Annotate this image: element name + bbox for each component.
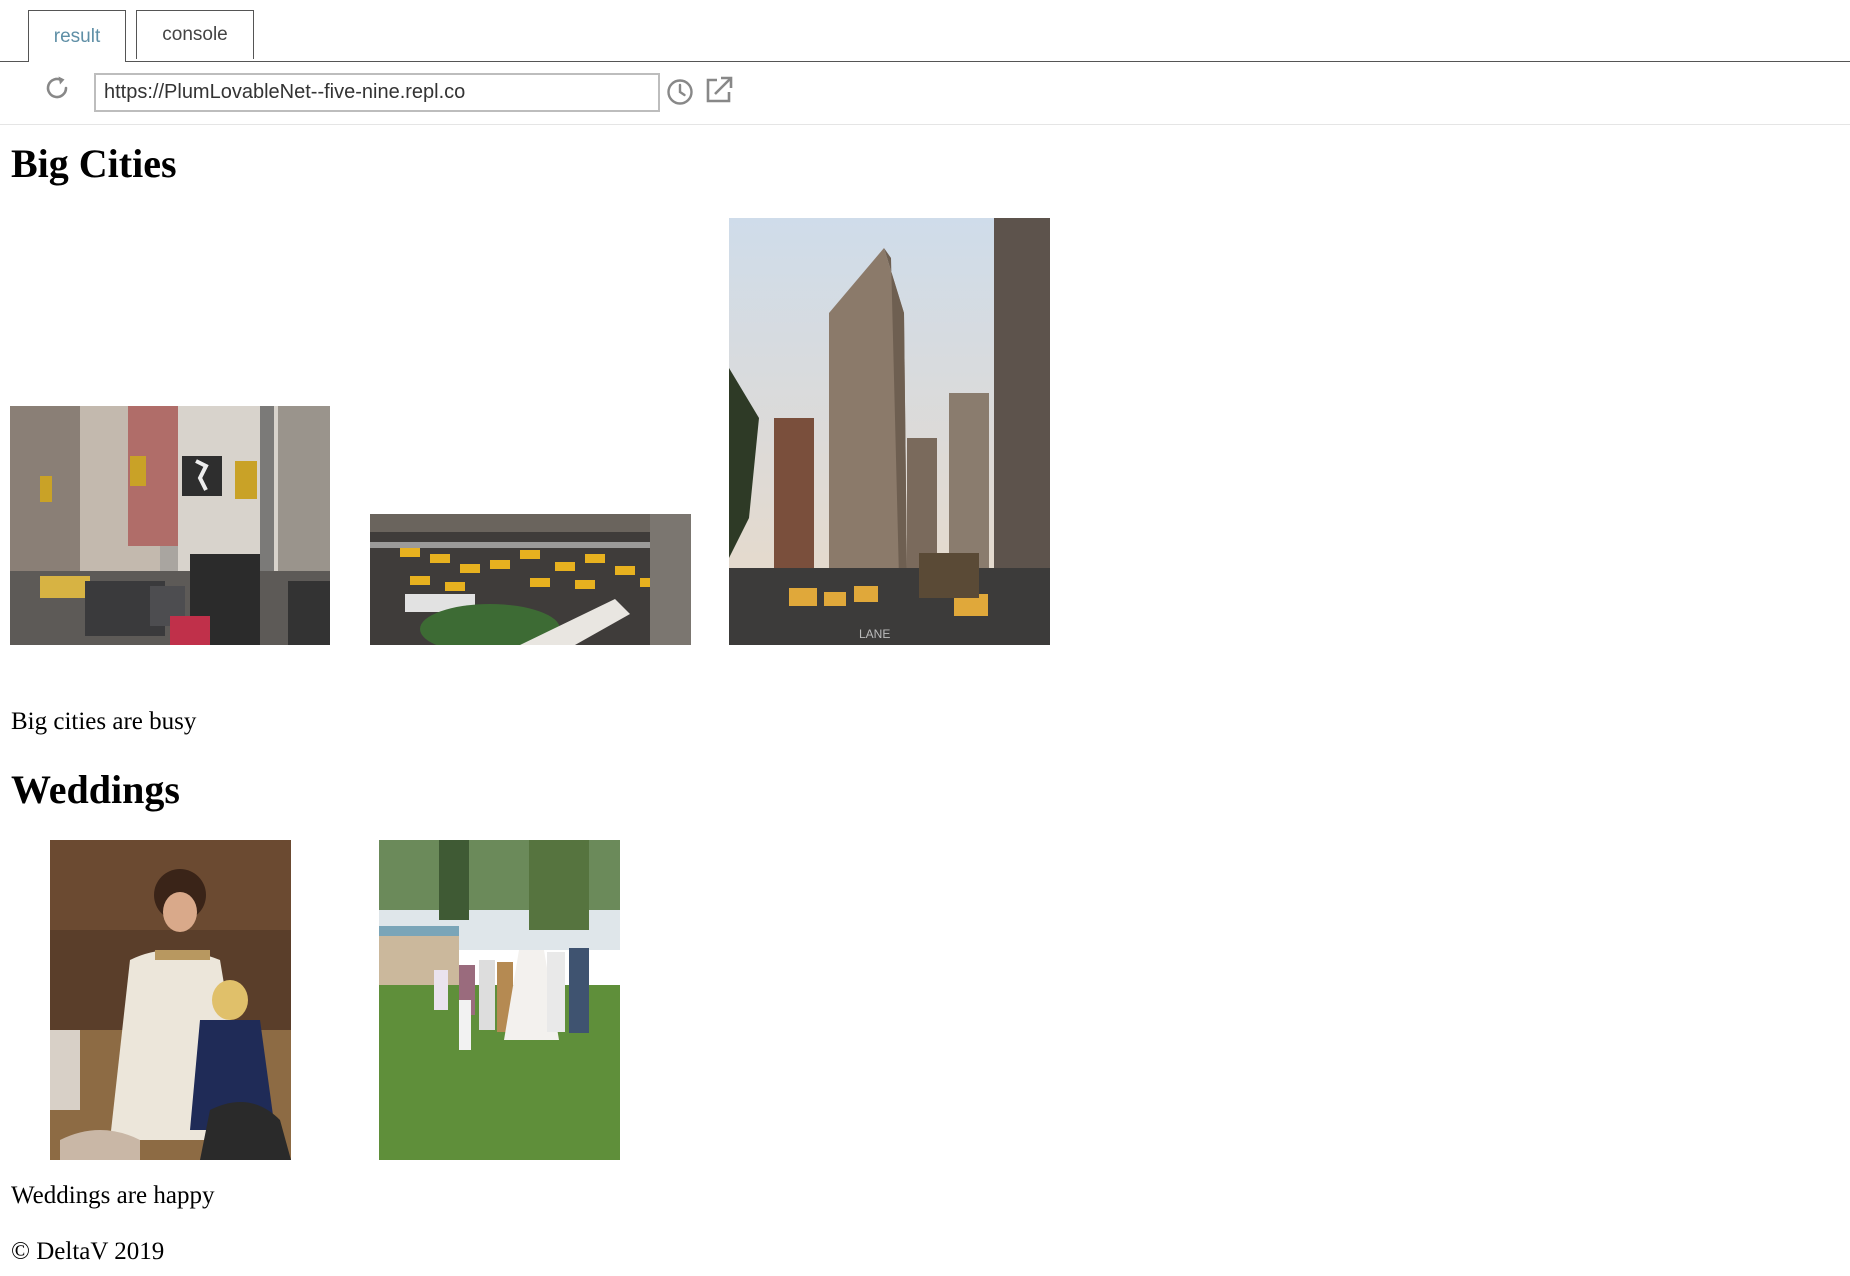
url-field[interactable]: [94, 73, 660, 112]
city-street-photo: [10, 406, 330, 645]
aerial-intersection-photo: [370, 514, 691, 645]
section-heading-big-cities: Big Cities: [11, 141, 177, 186]
wedding-party-photo: [379, 840, 620, 1160]
address-bar: [0, 62, 1850, 125]
footer-copyright: © DeltaV 2019: [11, 1238, 165, 1265]
history-clock-icon[interactable]: [666, 78, 694, 106]
weddings-caption: Weddings are happy: [11, 1182, 215, 1209]
open-in-new-tab-icon[interactable]: [703, 74, 735, 106]
svg-text:LANE: LANE: [859, 627, 890, 641]
tab-console[interactable]: console: [136, 10, 254, 59]
bride-and-flower-girl-photo: [50, 840, 291, 1160]
flatiron-building-photo: LANE: [729, 218, 1050, 645]
tab-bar: result console: [0, 0, 1850, 62]
reload-icon[interactable]: [42, 73, 72, 103]
tab-result[interactable]: result: [28, 10, 126, 62]
big-cities-caption: Big cities are busy: [11, 708, 197, 735]
section-heading-weddings: Weddings: [11, 767, 180, 812]
